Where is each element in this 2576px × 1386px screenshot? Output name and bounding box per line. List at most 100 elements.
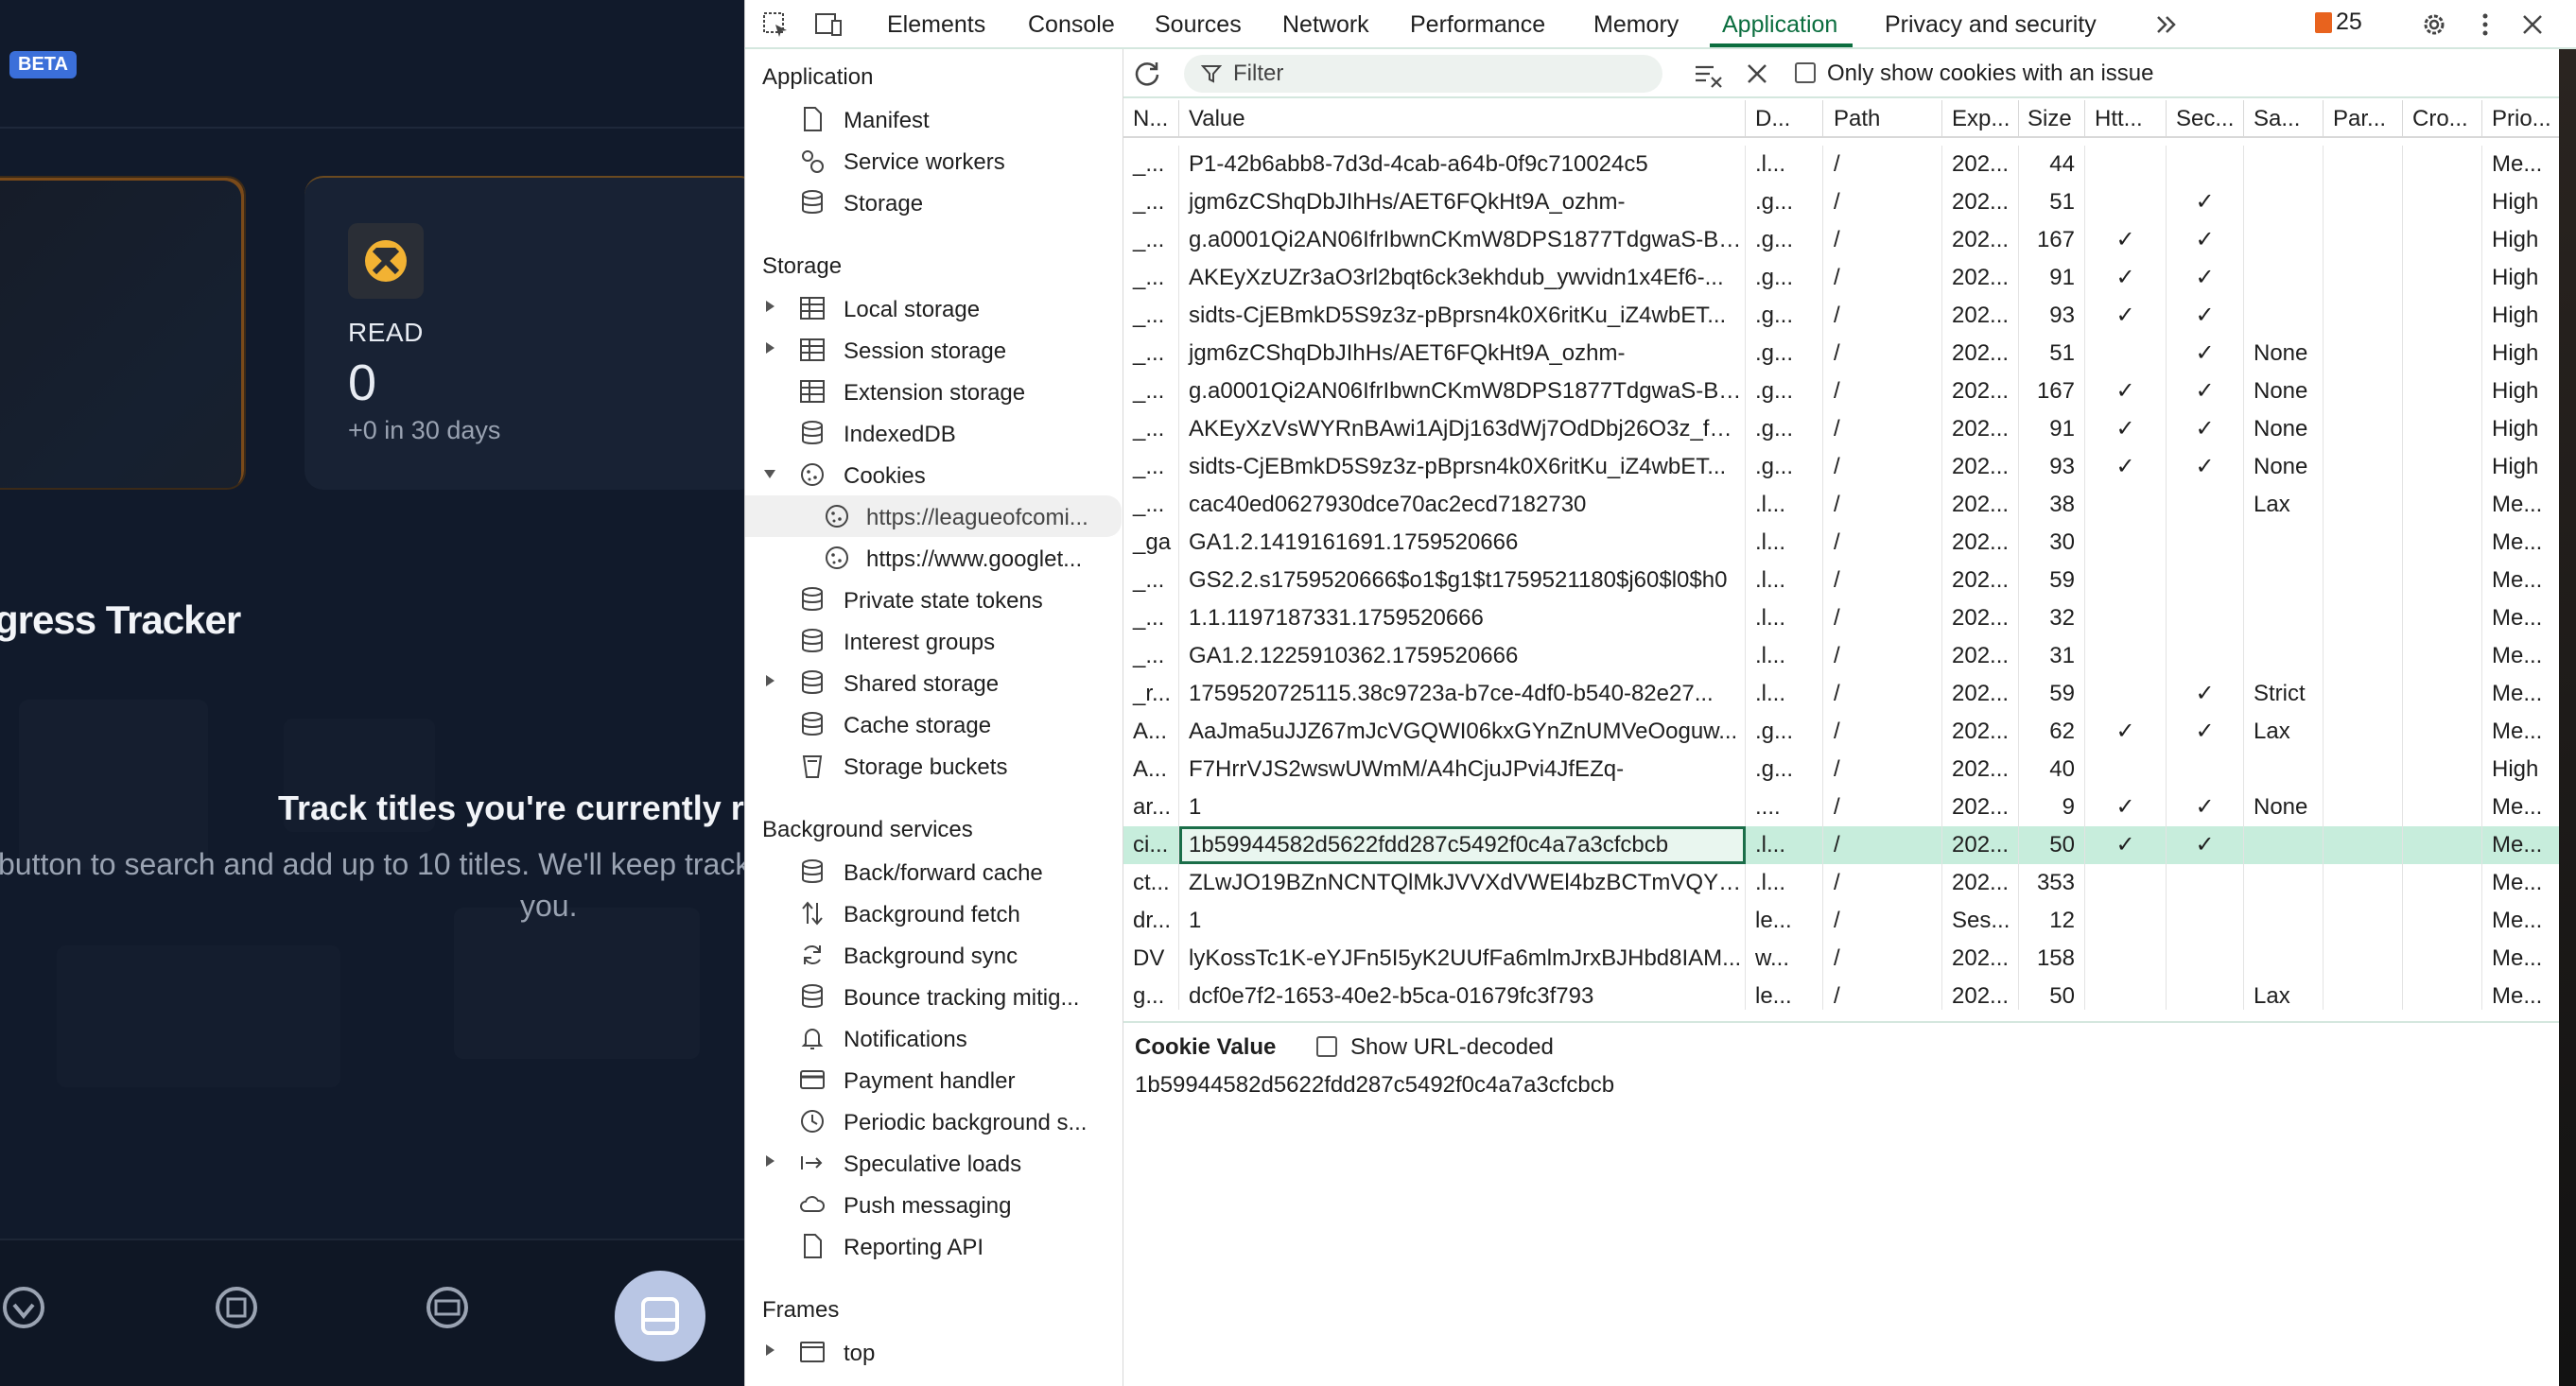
sidebar-item-background-fetch[interactable]: Background fetch: [745, 892, 1122, 934]
filter-input[interactable]: Filter: [1184, 55, 1662, 93]
table-row[interactable]: _... g.a0001Qi2AN06IfrIbwnCKmW8DPS1877Tdg…: [1123, 372, 2576, 410]
clear-all-cookies-icon[interactable]: [1693, 59, 1725, 91]
tab-console[interactable]: Console: [1028, 11, 1115, 39]
table-row[interactable]: _... AKEyXzVsWYRnBAwi1AjDj163dWj7OdDbj26O…: [1123, 410, 2576, 448]
sidebar-item-local-storage[interactable]: Local storage: [745, 287, 1122, 329]
table-row[interactable]: ci... 1b59944582d5622fdd287c5492f0c4a7a3c…: [1123, 826, 2576, 864]
sidebar-item-cookie-origin-google[interactable]: https://www.googlet...: [745, 537, 1122, 579]
table-row[interactable]: _... P1-42b6abb8-7d3d-4cab-a64b-0f9c71002…: [1123, 146, 2576, 183]
messages-button[interactable]: [615, 1271, 705, 1361]
table-row[interactable]: _... jgm6zCShqDbJIhHs/AET6FQkHt9A_ozhm- .g…: [1123, 335, 2576, 372]
stat-card[interactable]: [0, 176, 246, 490]
table-row[interactable]: _... jgm6zCShqDbJIhHs/AET6FQkHt9A_ozhm- .g…: [1123, 183, 2576, 221]
table-row[interactable]: DV lyKossTc1K-eYJFn5I5yK2UUfFa6mlmJrxBJHb…: [1123, 940, 2576, 978]
settings-gear-icon[interactable]: [2419, 9, 2449, 40]
column-header[interactable]: Htt...: [2085, 100, 2167, 138]
sidebar-item-back-forward-cache[interactable]: Back/forward cache: [745, 851, 1122, 892]
sidebar-item-private-state-tokens[interactable]: Private state tokens: [745, 579, 1122, 620]
column-header[interactable]: Value: [1179, 100, 1746, 138]
column-header[interactable]: Sec...: [2167, 100, 2244, 138]
table-row[interactable]: dr... 1 le... / Ses... 12 Me...: [1123, 902, 2576, 940]
delete-selected-icon[interactable]: [1744, 61, 1770, 87]
sidebar-item-storage-buckets[interactable]: Storage buckets: [745, 745, 1122, 787]
sidebar-item-cookies[interactable]: Cookies: [745, 454, 1122, 495]
expand-arrow-icon[interactable]: [766, 1344, 775, 1356]
table-row[interactable]: _... 1.1.1197187331.1759520666 .l.../202..…: [1123, 599, 2576, 637]
reader-nav-icon[interactable]: [424, 1284, 471, 1331]
column-header[interactable]: Par...: [2324, 100, 2403, 138]
sidebar-item-push-messaging[interactable]: Push messaging: [745, 1184, 1122, 1225]
table-row[interactable]: _... g.a0001Qi2AN06IfrIbwnCKmW8DPS1877Tdg…: [1123, 221, 2576, 259]
collapse-arrow-icon[interactable]: [764, 470, 775, 478]
column-header[interactable]: Sa...: [2244, 100, 2324, 138]
sidebar-item-storage-overview[interactable]: Storage: [745, 182, 1122, 223]
expand-arrow-icon[interactable]: [766, 1155, 775, 1167]
tab-application[interactable]: Application: [1722, 11, 1837, 39]
close-devtools-icon[interactable]: [2517, 9, 2548, 40]
database-icon: [802, 190, 823, 214]
table-row[interactable]: _... AKEyXzUZr3aO3rl2bqt6ck3ekhdub_ywvidn…: [1123, 259, 2576, 297]
tab-performance[interactable]: Performance: [1410, 11, 1545, 39]
table-row[interactable]: ct... ZLwJO19BZnNCNTQlMkJVVXdVWEl4bzBCTmV…: [1123, 864, 2576, 902]
only-issues-checkbox[interactable]: [1795, 62, 1816, 83]
table-row[interactable]: _... cac40ed0627930dce70ac2ecd7182730 .l..…: [1123, 486, 2576, 524]
expand-arrow-icon[interactable]: [766, 301, 775, 312]
column-header[interactable]: N...: [1123, 100, 1179, 138]
table-cell: [2085, 146, 2167, 183]
table-row[interactable]: A... AaJma5uJJZ67mJcVGQWI06kxGYnZnUMVeOog…: [1123, 713, 2576, 751]
column-header[interactable]: Path: [1824, 100, 1942, 138]
sidebar-item-payment-handler[interactable]: Payment handler: [745, 1059, 1122, 1100]
table-row[interactable]: _... GA1.2.1225910362.1759520666 .l.../202…: [1123, 637, 2576, 675]
tab-network[interactable]: Network: [1282, 11, 1369, 39]
column-header[interactable]: Exp...: [1942, 100, 2019, 138]
tab-sources[interactable]: Sources: [1155, 11, 1242, 39]
library-nav-icon[interactable]: [213, 1284, 260, 1331]
table-row[interactable]: _... GS2.2.s1759520666$o1$g1$t1759521180$…: [1123, 562, 2576, 599]
device-toolbar-icon[interactable]: [813, 9, 844, 40]
show-url-decoded-checkbox[interactable]: [1316, 1036, 1337, 1057]
table-row[interactable]: _ga GA1.2.1419161691.1759520666 .l.../202.…: [1123, 524, 2576, 562]
tab-elements[interactable]: Elements: [887, 11, 985, 39]
table-row[interactable]: _r... 1759520725115.38c9723a-b7ce-4df0-b5…: [1123, 675, 2576, 713]
column-header[interactable]: D...: [1746, 100, 1823, 138]
tab-privacy-security[interactable]: Privacy and security: [1885, 11, 2097, 39]
refresh-icon[interactable]: [1131, 59, 1163, 91]
table-row[interactable]: g... dcf0e7f2-1653-40e2-b5ca-01679fc3f793…: [1123, 978, 2576, 1010]
sidebar-item-cache-storage[interactable]: Cache storage: [745, 703, 1122, 745]
sidebar-item-background-sync[interactable]: Background sync: [745, 934, 1122, 976]
sidebar-item-cookie-origin-leagueofcomics[interactable]: https://leagueofcomi...: [745, 495, 1122, 537]
cookie-value-text[interactable]: 1b59944582d5622fdd287c5492f0c4a7a3cfcbcb: [1135, 1072, 1614, 1099]
expand-arrow-icon[interactable]: [766, 342, 775, 354]
expand-arrow-icon[interactable]: [766, 675, 775, 686]
sidebar-item-extension-storage[interactable]: Extension storage: [745, 371, 1122, 412]
sidebar-item-session-storage[interactable]: Session storage: [745, 329, 1122, 371]
read-stat-card[interactable]: READ 0 +0 in 30 days: [305, 176, 744, 490]
sidebar-item-frame-top[interactable]: top: [745, 1331, 1122, 1373]
sidebar-item-manifest[interactable]: Manifest: [745, 98, 1122, 140]
sidebar-item-notifications[interactable]: Notifications: [745, 1017, 1122, 1059]
table-row[interactable]: A... F7HrrVJS2wswUWmM/A4hCjuJPvi4JfEZq- .g…: [1123, 751, 2576, 788]
sidebar-item-service-workers[interactable]: Service workers: [745, 140, 1122, 182]
issues-counter[interactable]: 25: [2315, 9, 2362, 36]
sidebar-item-periodic-background-sync[interactable]: Periodic background s...: [745, 1100, 1122, 1142]
tab-memory[interactable]: Memory: [1593, 11, 1679, 39]
more-options-icon[interactable]: [2470, 9, 2500, 40]
home-nav-icon[interactable]: [0, 1284, 47, 1331]
sidebar-item-shared-storage[interactable]: Shared storage: [745, 662, 1122, 703]
column-header[interactable]: Size: [2018, 100, 2085, 138]
more-tabs-icon[interactable]: [2150, 9, 2181, 40]
table-row[interactable]: _... sidts-CjEBmkD5S9z3z-pBprsn4k0X6ritKu…: [1123, 448, 2576, 486]
sidebar-item-indexeddb[interactable]: IndexedDB: [745, 412, 1122, 454]
table-cell: GA1.2.1225910362.1759520666: [1179, 637, 1746, 675]
inspect-element-icon[interactable]: [760, 9, 791, 40]
table-cell: [2403, 562, 2482, 599]
table-cell: _...: [1123, 637, 1179, 675]
sidebar-item-interest-groups[interactable]: Interest groups: [745, 620, 1122, 662]
sidebar-item-speculative-loads[interactable]: Speculative loads: [745, 1142, 1122, 1184]
table-cell: _...: [1123, 410, 1179, 448]
table-row[interactable]: ar... 1..../202... 9 ✓ ✓ None Me...: [1123, 788, 2576, 826]
column-header[interactable]: Cro...: [2403, 100, 2482, 138]
table-row[interactable]: _... sidts-CjEBmkD5S9z3z-pBprsn4k0X6ritKu…: [1123, 297, 2576, 335]
sidebar-item-bounce-tracking[interactable]: Bounce tracking mitig...: [745, 976, 1122, 1017]
sidebar-item-reporting-api[interactable]: Reporting API: [745, 1225, 1122, 1267]
